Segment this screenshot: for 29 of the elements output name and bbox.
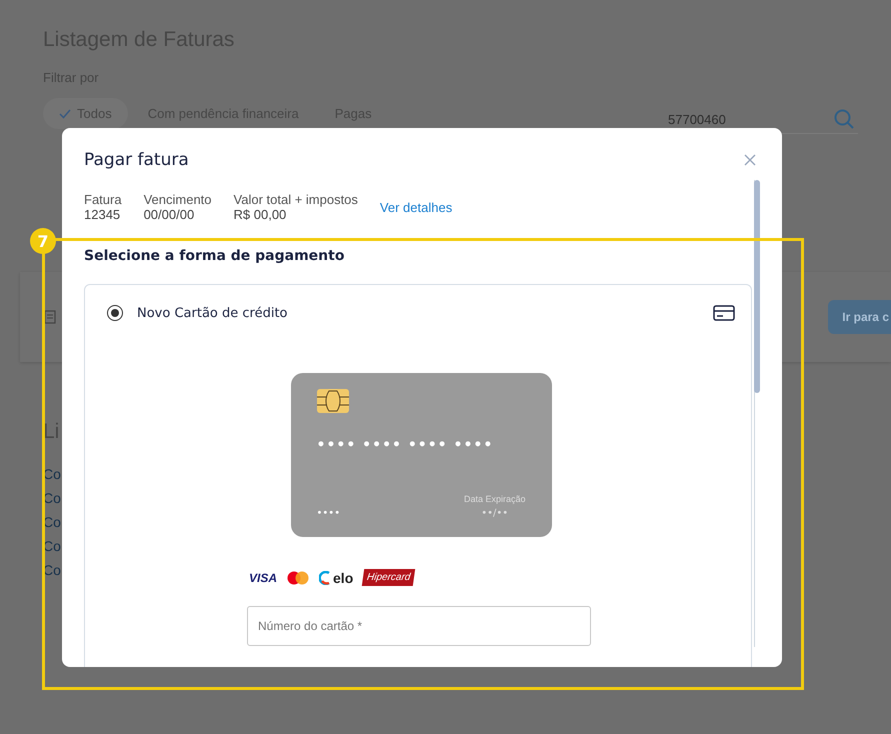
details-link[interactable]: Ver detalhes	[380, 200, 452, 214]
card-number-field[interactable]: Número do cartão *	[247, 606, 591, 646]
credit-card-icon	[713, 305, 735, 321]
search-icon	[834, 109, 854, 129]
chip-icon	[316, 389, 348, 413]
info-label: Valor total + impostos	[234, 192, 358, 207]
card-number: •••• •••• •••• ••••	[316, 437, 494, 453]
info-value: 00/00/00	[144, 207, 196, 222]
dialog-title: Pagar fatura	[84, 150, 189, 170]
go-button[interactable]: Ir para c	[828, 300, 891, 334]
close-icon[interactable]	[744, 154, 756, 166]
document-icon	[44, 310, 56, 324]
scrollbar[interactable]	[754, 180, 761, 647]
payment-heading: Selecione a forma de pagamento	[84, 248, 346, 264]
radio-button[interactable]	[107, 305, 123, 321]
expiry-label: Data Expiração	[464, 494, 526, 504]
check-icon	[59, 108, 71, 118]
option-label: Novo Cartão de crédito	[137, 306, 288, 320]
hipercard-logo: Hipercard	[362, 569, 416, 586]
info-label: Fatura	[84, 192, 122, 207]
expiry-value: ••/••	[481, 508, 508, 519]
annotation-badge: 7	[30, 228, 56, 254]
visa-logo: VISA	[249, 570, 278, 584]
card-cvv: ••••	[316, 508, 340, 519]
info-value: 12345	[84, 207, 122, 222]
info-label: Vencimento	[144, 192, 212, 207]
elo-logo: elo	[319, 570, 354, 586]
info-value: R$ 00,00	[234, 207, 288, 222]
mastercard-logo	[287, 570, 310, 584]
